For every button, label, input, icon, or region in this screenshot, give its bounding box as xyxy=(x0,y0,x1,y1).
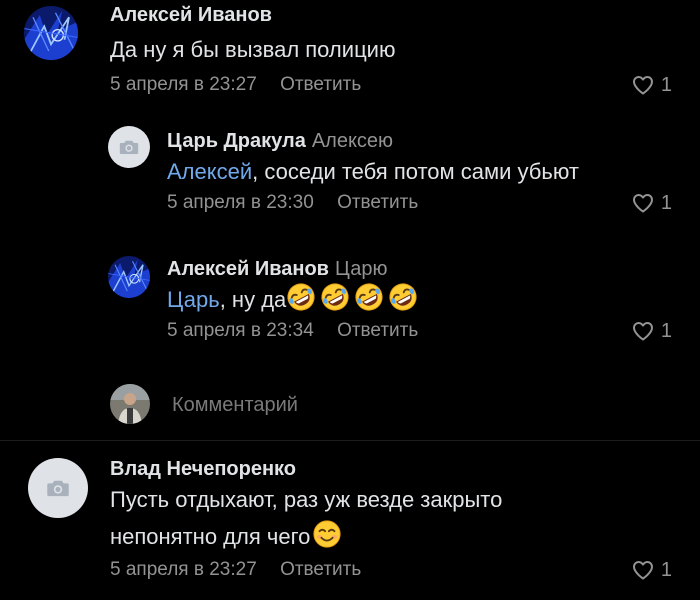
mention-link[interactable]: Алексей xyxy=(167,159,252,184)
comment-input[interactable]: Комментарий xyxy=(172,394,298,417)
reply-button[interactable]: Ответить xyxy=(280,74,361,95)
reply-to[interactable]: Алексею xyxy=(312,130,393,152)
camera-icon xyxy=(119,140,139,154)
heart-icon xyxy=(631,558,655,582)
comment-reply: Царь Дракула Алексею Алексей, соседи тебя… xyxy=(0,126,700,236)
mention-link[interactable]: Царь xyxy=(167,287,220,312)
comment: Алексей Иванов Да ну я бы вызвал полицию… xyxy=(0,0,700,110)
reply-to[interactable]: Царю xyxy=(335,258,387,280)
blue-abstract-avatar-icon xyxy=(24,6,78,60)
comment-author[interactable]: Царь Дракула Алексею xyxy=(167,130,700,153)
rofl-emoji-icon xyxy=(388,282,418,312)
comment-meta: 5 апреля в 23:27 Ответить 1 xyxy=(110,559,700,583)
avatar[interactable] xyxy=(28,458,88,518)
like-count: 1 xyxy=(660,319,672,342)
reply-button[interactable]: Ответить xyxy=(280,559,361,580)
smiling-emoji-icon xyxy=(312,519,342,549)
user-photo-avatar-icon xyxy=(110,384,150,424)
rofl-emoji-icon xyxy=(354,282,384,312)
comment-reply: Алексей Иванов Царю Царь, ну да 5 апреля … xyxy=(0,254,700,364)
blue-abstract-avatar-icon xyxy=(108,256,150,298)
comment-meta: 5 апреля в 23:30 Ответить 1 xyxy=(167,192,700,216)
comment-date[interactable]: 5 апреля в 23:34 xyxy=(167,320,314,341)
heart-icon xyxy=(631,319,655,343)
comment-meta: 5 апреля в 23:27 Ответить 1 xyxy=(110,74,700,98)
comment-date[interactable]: 5 апреля в 23:27 xyxy=(110,559,257,580)
like-count: 1 xyxy=(660,191,672,214)
avatar[interactable] xyxy=(108,126,150,168)
comment-text: Пусть отдыхают, раз уж везде закрыто неп… xyxy=(110,487,503,549)
comment-date[interactable]: 5 апреля в 23:27 xyxy=(110,74,257,95)
rofl-emoji-icon xyxy=(320,282,350,312)
avatar[interactable] xyxy=(24,6,78,60)
comment-text: Да ну я бы вызвал полицию xyxy=(110,37,396,62)
comment-text: Алексей, соседи тебя потом сами убьют xyxy=(167,159,579,184)
like-count: 1 xyxy=(660,73,672,96)
comment: Влад Нечепоренко Пусть отдыхают, раз уж … xyxy=(0,456,700,600)
like-count: 1 xyxy=(660,558,672,581)
comment-author[interactable]: Алексей Иванов xyxy=(110,4,700,27)
comment-author[interactable]: Влад Нечепоренко xyxy=(110,458,700,481)
comment-author[interactable]: Алексей Иванов Царю xyxy=(167,258,700,281)
reply-button[interactable]: Ответить xyxy=(337,320,418,341)
avatar[interactable] xyxy=(110,384,150,424)
comment-meta: 5 апреля в 23:34 Ответить 1 xyxy=(167,320,700,344)
comment-text: Царь, ну да xyxy=(167,281,700,318)
like-button[interactable]: 1 xyxy=(631,558,672,582)
comment-compose[interactable]: Комментарий xyxy=(110,384,670,428)
like-button[interactable]: 1 xyxy=(631,319,672,343)
comment-date[interactable]: 5 апреля в 23:30 xyxy=(167,192,314,213)
like-button[interactable]: 1 xyxy=(631,191,672,215)
reply-button[interactable]: Ответить xyxy=(337,192,418,213)
heart-icon xyxy=(631,73,655,97)
divider xyxy=(0,440,700,441)
rofl-emoji-icon xyxy=(286,282,316,312)
camera-icon xyxy=(47,480,69,497)
heart-icon xyxy=(631,191,655,215)
avatar[interactable] xyxy=(108,256,150,298)
like-button[interactable]: 1 xyxy=(631,73,672,97)
